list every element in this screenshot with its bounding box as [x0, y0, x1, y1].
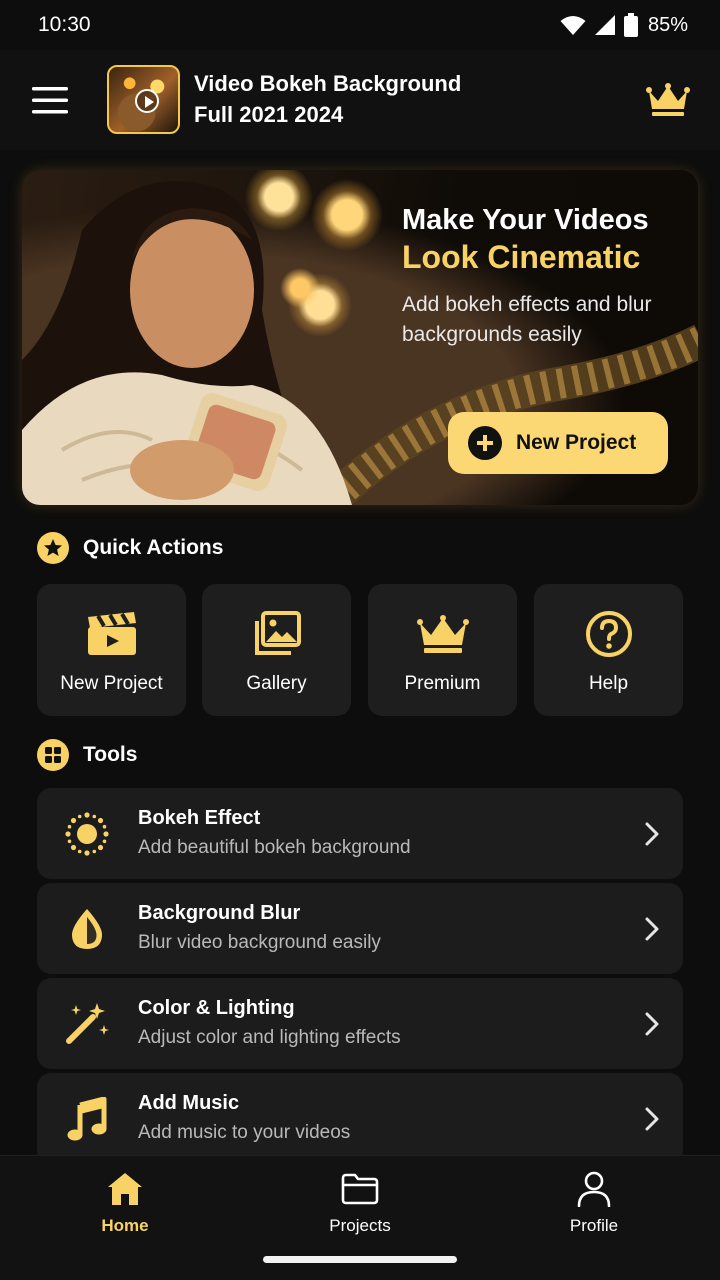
app-logo: [107, 65, 180, 134]
home-gesture-bar[interactable]: [263, 1256, 457, 1263]
quick-action-gallery[interactable]: Gallery: [202, 584, 351, 716]
hero-banner: Make Your Videos Look Cinematic Add boke…: [22, 170, 698, 505]
music-note-icon: [67, 1097, 107, 1141]
chevron-right-icon: [645, 1012, 659, 1036]
quick-actions-header: Quick Actions: [37, 532, 223, 564]
plus-circle-icon: [468, 426, 502, 460]
folder-icon: [341, 1173, 379, 1205]
quick-action-label: Help: [588, 673, 629, 694]
app-title: Video Bokeh Background Full 2021 2024: [194, 68, 574, 130]
tool-title: Color & Lighting: [138, 997, 295, 1019]
gallery-icon: [254, 611, 301, 655]
nav-item-projects[interactable]: Projects: [290, 1170, 430, 1236]
quick-action-premium[interactable]: Premium: [368, 584, 517, 716]
crown-icon: [416, 615, 469, 653]
tool-title: Add Music: [138, 1092, 240, 1114]
tool-add-music[interactable]: Add Music Add music to your videos: [37, 1073, 683, 1164]
tool-subtitle: Add beautiful bokeh background: [138, 837, 411, 858]
quick-action-label: New Project: [60, 673, 163, 694]
bokeh-sun-icon: [65, 812, 109, 856]
app-title-line2: Full 2021 2024: [194, 102, 344, 127]
help-icon: [585, 611, 632, 657]
tool-subtitle: Blur video background easily: [138, 932, 381, 953]
quick-action-label: Premium: [404, 673, 481, 694]
cellular-signal-icon: [594, 15, 615, 35]
nav-label: Profile: [569, 1216, 619, 1235]
droplet-icon: [71, 909, 103, 949]
menu-button[interactable]: [26, 78, 74, 122]
hero-text-block: Make Your Videos Look Cinematic Add boke…: [402, 202, 682, 350]
quick-action-label: Gallery: [246, 673, 307, 694]
grid-icon: [37, 739, 69, 771]
hero-subtitle: Add bokeh effects and blur backgrounds e…: [402, 293, 652, 346]
tool-color-lighting[interactable]: Color & Lighting Adjust color and lighti…: [37, 978, 683, 1069]
hero-headline-accent: Look Cinematic: [402, 239, 641, 275]
tools-header: Tools: [37, 739, 137, 771]
status-time: 10:30: [38, 13, 91, 36]
profile-icon: [577, 1171, 611, 1207]
chevron-right-icon: [645, 822, 659, 846]
quick-action-help[interactable]: Help: [534, 584, 683, 716]
tool-bokeh-effect[interactable]: Bokeh Effect Add beautiful bokeh backgro…: [37, 788, 683, 879]
hero-headline: Make Your Videos: [402, 204, 649, 236]
app-title-line1: Video Bokeh Background: [194, 71, 462, 96]
play-icon: [135, 89, 159, 113]
new-project-button[interactable]: New Project: [448, 412, 668, 474]
quick-actions-title: Quick Actions: [83, 536, 224, 559]
nav-label: Home: [101, 1216, 149, 1235]
tool-title: Bokeh Effect: [138, 807, 261, 829]
battery-percentage: 85%: [647, 13, 688, 36]
app-bar: Video Bokeh Background Full 2021 2024: [0, 50, 720, 150]
nav-item-home[interactable]: Home: [55, 1170, 195, 1236]
crown-icon: [646, 83, 690, 116]
star-icon: [37, 532, 69, 564]
status-icons: 85%: [560, 12, 688, 38]
quick-action-new-project[interactable]: New Project: [37, 584, 186, 716]
new-project-button-label: New Project: [516, 431, 637, 454]
app-screen: 10:30 85% Video Bokeh Background Full 20…: [0, 0, 720, 1280]
tool-subtitle: Adjust color and lighting effects: [138, 1027, 401, 1048]
chevron-right-icon: [645, 1107, 659, 1131]
tool-title: Background Blur: [138, 902, 301, 924]
home-icon: [108, 1173, 142, 1205]
clapperboard-icon: [87, 612, 136, 655]
tools-title: Tools: [83, 743, 138, 766]
tool-background-blur[interactable]: Background Blur Blur video background ea…: [37, 883, 683, 974]
magic-wand-icon: [66, 1003, 109, 1044]
wifi-icon: [560, 16, 586, 35]
status-bar: 10:30 85%: [0, 0, 720, 50]
premium-button[interactable]: [644, 80, 692, 120]
hamburger-menu-icon: [32, 87, 68, 114]
nav-item-profile[interactable]: Profile: [524, 1170, 664, 1236]
tool-subtitle: Add music to your videos: [138, 1122, 351, 1143]
chevron-right-icon: [645, 917, 659, 941]
nav-label: Projects: [329, 1216, 391, 1235]
hero-woman-image: [22, 181, 352, 505]
battery-icon: [623, 13, 638, 37]
